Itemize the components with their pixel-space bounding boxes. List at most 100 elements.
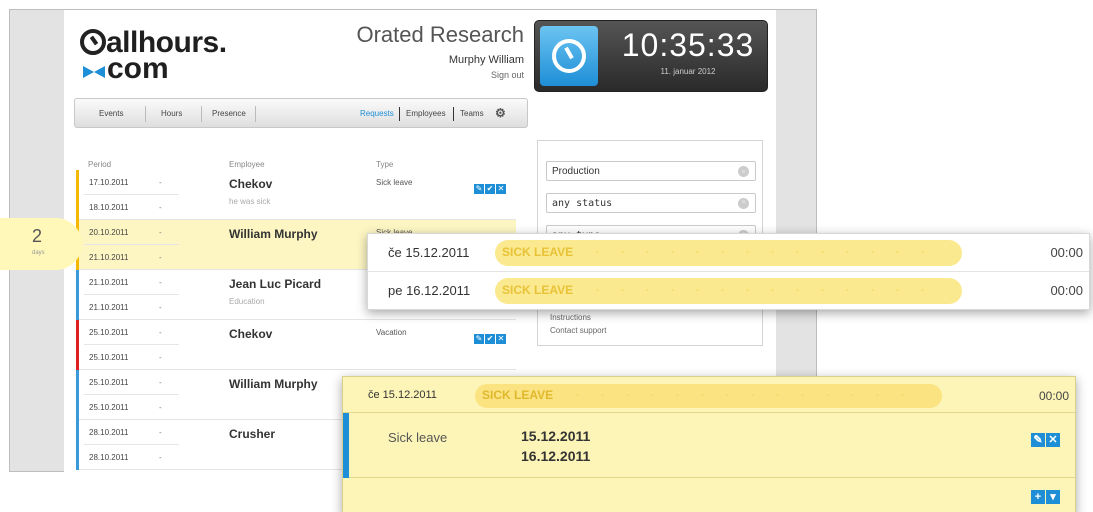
allhours-logo[interactable]: allhours. com [80, 26, 260, 96]
period-divider [84, 344, 179, 345]
dropdown-icon: ◦ [738, 198, 749, 209]
column-header-type[interactable]: Type [376, 160, 393, 169]
current-date: 11. januar 2012 [660, 67, 716, 76]
bowtie-icon [83, 66, 105, 78]
status-filter-select[interactable]: any status ◦ [546, 193, 756, 213]
approve-icon[interactable]: ✔ [485, 184, 495, 194]
period-dash: - [159, 278, 162, 287]
days-label: days [32, 250, 45, 256]
hour-dots [585, 287, 945, 293]
approve-icon[interactable]: ✔ [485, 334, 495, 344]
request-row[interactable]: 25.10.2011 - 25.10.2011 - Chekov Vacatio… [76, 320, 516, 370]
day-row[interactable]: če 15.12.2011 SICK LEAVE 00:00 [343, 377, 1075, 413]
column-header-period[interactable]: Period [88, 160, 111, 169]
employee-name: Chekov [229, 177, 273, 191]
employee-name: William Murphy [229, 377, 318, 391]
period-from: 21.10.2011 [89, 278, 129, 287]
reject-icon[interactable]: ✕ [496, 184, 506, 194]
status-bar [76, 270, 79, 320]
period-from: 25.10.2011 [89, 378, 129, 387]
delete-icon[interactable]: ✕ [1046, 433, 1060, 447]
logo-clock-icon [80, 29, 106, 55]
nav-hours[interactable]: Hours [161, 109, 182, 118]
row-actions: ✎✔✕ [474, 328, 507, 346]
clock-icon [552, 39, 586, 73]
period-dash: - [159, 403, 162, 412]
period-dash: - [159, 253, 162, 262]
nav-divider [255, 106, 256, 122]
nav-presence[interactable]: Presence [212, 109, 246, 118]
period-divider [84, 244, 179, 245]
main-navigation: Events Hours Presence Requests Employees… [74, 98, 528, 128]
period-dash: - [159, 453, 162, 462]
absence-label: SICK LEAVE [482, 388, 554, 402]
status-bar [76, 420, 79, 470]
nav-employees[interactable]: Employees [406, 109, 446, 118]
nav-requests[interactable]: Requests [360, 109, 394, 118]
filter-value: any status [552, 198, 613, 209]
clock-button[interactable] [540, 26, 598, 86]
absence-end-date: 16.12.2011 [521, 448, 591, 464]
logo-text-line2: com [107, 52, 169, 85]
absence-start-date: 15.12.2011 [521, 428, 591, 444]
column-header-employee[interactable]: Employee [229, 160, 265, 169]
period-from: 25.10.2011 [89, 328, 129, 337]
edit-icon[interactable]: ✎ [474, 334, 484, 344]
sign-out-link[interactable]: Sign out [354, 70, 524, 80]
period-from: 28.10.2011 [89, 428, 129, 437]
request-note: he was sick [229, 197, 271, 206]
period-dash: - [159, 428, 162, 437]
request-row[interactable]: 17.10.2011 - 18.10.2011 - Chekov he was … [76, 170, 516, 220]
period-divider [84, 394, 179, 395]
request-type: Vacation [376, 328, 407, 337]
status-bar [76, 370, 79, 420]
current-time: 10:35:33 [621, 27, 755, 63]
period-to: 25.10.2011 [89, 353, 129, 362]
contact-support-link[interactable]: Contact support [550, 324, 606, 337]
help-links: Instructions Contact support [550, 311, 606, 337]
status-bar [76, 170, 79, 220]
add-actions: + ▾ [1031, 487, 1061, 505]
entry-accent-bar [343, 413, 349, 478]
period-dash: - [159, 303, 162, 312]
day-hours: 00:00 [1050, 283, 1083, 298]
dropdown-icon: ◦ [738, 166, 749, 177]
period-dash: - [159, 203, 162, 212]
period-dash: - [159, 228, 162, 237]
absence-label: SICK LEAVE [502, 283, 574, 297]
sick-leave-bar: SICK LEAVE [475, 384, 942, 408]
day-date: pe 16.12.2011 [388, 283, 471, 298]
settings-gear-icon[interactable]: ⚙ [495, 106, 506, 120]
request-note: Education [229, 297, 265, 306]
add-icon[interactable]: + [1031, 490, 1045, 504]
day-row[interactable]: če 15.12.2011 SICK LEAVE 00:00 [368, 234, 1089, 272]
edit-icon[interactable]: ✎ [474, 184, 484, 194]
sick-leave-bar: SICK LEAVE [495, 278, 962, 304]
team-filter-select[interactable]: Production ◦ [546, 161, 756, 181]
nav-divider [201, 106, 202, 122]
period-dash: - [159, 353, 162, 362]
clock-widget: 10:35:33 11. januar 2012 [534, 20, 768, 92]
dropdown-arrow-icon[interactable]: ▾ [1046, 490, 1060, 504]
period-to: 18.10.2011 [89, 203, 129, 212]
filter-value: Production [552, 166, 600, 177]
instructions-link[interactable]: Instructions [550, 311, 606, 324]
status-bar [76, 320, 79, 370]
hour-dots [585, 249, 945, 255]
period-from: 17.10.2011 [89, 178, 129, 187]
nav-events[interactable]: Events [99, 109, 123, 118]
reject-icon[interactable]: ✕ [496, 334, 506, 344]
absence-detail-popup: če 15.12.2011 SICK LEAVE 00:00 Sick leav… [342, 376, 1076, 512]
employee-name: William Murphy [229, 227, 318, 241]
absence-label: SICK LEAVE [502, 245, 574, 259]
nav-divider [453, 107, 454, 121]
period-dash: - [159, 378, 162, 387]
entry-actions: ✎ ✕ [1031, 430, 1061, 448]
period-dash: - [159, 328, 162, 337]
request-type: Sick leave [376, 178, 413, 187]
nav-teams[interactable]: Teams [460, 109, 484, 118]
day-row[interactable]: pe 16.12.2011 SICK LEAVE 00:00 [368, 272, 1089, 310]
period-to: 21.10.2011 [89, 253, 129, 262]
day-date: če 15.12.2011 [368, 389, 437, 401]
edit-icon[interactable]: ✎ [1031, 433, 1045, 447]
